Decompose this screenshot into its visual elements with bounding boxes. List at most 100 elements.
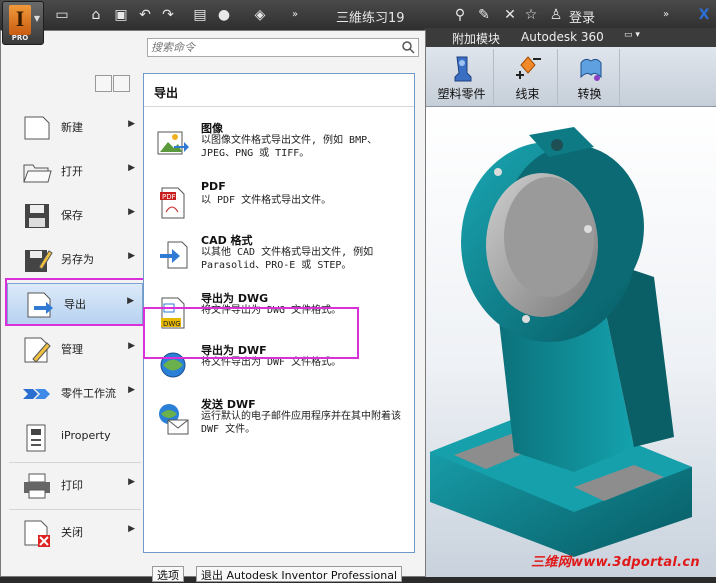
menu-label: 保存	[61, 209, 83, 222]
wrench-icon[interactable]: ✎	[476, 7, 492, 23]
search-box[interactable]	[147, 38, 419, 57]
inventor-logo: I	[9, 5, 31, 35]
open-icon[interactable]: ⌂	[88, 7, 104, 23]
dwf-icon	[160, 352, 186, 378]
send-dwf-item[interactable]: 发送 DWF 运行默认的电子邮件应用程序并在其中附着该 DWF 文件。	[144, 396, 414, 466]
save-icon	[25, 204, 49, 228]
plastic-part-icon	[454, 56, 471, 82]
tab-autodesk360[interactable]: Autodesk 360	[521, 30, 604, 44]
new-doc-icon	[24, 116, 50, 140]
send-dwf-icon	[159, 404, 189, 435]
menu-item-new[interactable]: 新建 ▶	[5, 107, 143, 147]
chevron-right-icon: ▶	[128, 477, 135, 487]
binoculars-icon[interactable]: ⚲	[452, 7, 468, 23]
chevron-down-icon: ▼	[33, 14, 40, 23]
menu-label: 新建	[61, 121, 83, 134]
harness-button[interactable]: 线束	[498, 49, 558, 105]
ribbon-tab-bar: 附加模块 Autodesk 360 ▭ ▾	[424, 28, 716, 48]
submenu-item-desc: 将文件导出为 DWF 文件格式。	[201, 357, 342, 368]
application-menu-button[interactable]: I PRO ▼	[2, 1, 44, 45]
submenu-title: 导出	[154, 86, 179, 100]
chevron-right-icon: ▶	[128, 119, 135, 129]
user-icon[interactable]: ♙	[548, 7, 564, 23]
close-doc-icon	[24, 520, 50, 547]
convert-icon	[580, 58, 601, 81]
recent-documents-icon[interactable]	[95, 75, 112, 92]
options-button[interactable]: 选项	[152, 566, 184, 582]
menu-item-iproperty[interactable]: iProperty	[5, 417, 143, 461]
star-icon[interactable]: ☆	[523, 7, 539, 23]
chevron-right-icon: ▶	[128, 524, 135, 534]
menu-item-open[interactable]: 打开 ▶	[5, 151, 143, 191]
export-icon	[27, 292, 53, 318]
tab-addins[interactable]: 附加模块	[452, 30, 500, 47]
submenu-item-desc: 以其他 CAD 文件格式导出文件, 例如 Parasolid、PRO-E 或 S…	[201, 247, 374, 271]
export-cad-item[interactable]: CAD 格式 以其他 CAD 文件格式导出文件, 例如 Parasolid、PR…	[144, 232, 414, 288]
signal-icon[interactable]: ✕	[502, 7, 518, 23]
export-pdf-item[interactable]: PDF PDF 以 PDF 文件格式导出文件。	[144, 180, 414, 236]
pdf-icon: PDF	[160, 187, 185, 219]
exit-button[interactable]: 退出 Autodesk Inventor Professional	[196, 566, 403, 582]
chevron-right-icon: ▶	[128, 207, 135, 217]
expand-icon[interactable]: »	[658, 7, 674, 23]
bearing-bracket-model	[430, 127, 692, 557]
chevron-right-icon: ▶	[127, 296, 134, 306]
menu-item-close[interactable]: 关闭 ▶	[5, 512, 143, 552]
customize-icon[interactable]: »	[287, 7, 303, 23]
chevron-right-icon: ▶	[128, 385, 135, 395]
search-input[interactable]	[148, 39, 394, 56]
new-icon[interactable]: ▭	[54, 7, 70, 23]
plastic-part-label: 塑料零件	[437, 87, 486, 101]
menu-label: 管理	[61, 343, 83, 356]
convert-label: 转换	[577, 87, 602, 101]
menu-label: 打印	[61, 479, 83, 492]
export-image-item[interactable]: 图像 以图像文件格式导出文件, 例如 BMP、JPEG、PNG 或 TIFF。	[144, 120, 414, 176]
search-icon[interactable]	[401, 40, 415, 54]
submenu-item-desc: 将文件导出为 DWG 文件格式。	[201, 305, 342, 316]
save-as-icon	[25, 250, 53, 272]
workflow-icon	[23, 389, 50, 399]
menu-separator	[9, 462, 141, 463]
menu-item-workflow[interactable]: 零件工作流 ▶	[5, 373, 143, 413]
menu-item-manage[interactable]: 管理 ▶	[5, 329, 143, 369]
menu-label: 零件工作流	[61, 387, 116, 400]
dwg-icon: DWG	[161, 297, 185, 329]
appearance-icon[interactable]: ◈	[252, 7, 268, 23]
panel-toggle-icon[interactable]: ▭ ▾	[624, 30, 640, 40]
menu-item-print[interactable]: 打印 ▶	[5, 465, 143, 505]
select-icon[interactable]: ▤	[192, 7, 208, 23]
inventor-pro-label: PRO	[11, 34, 29, 42]
harness-icon	[515, 56, 541, 79]
menu-label: 关闭	[61, 526, 83, 539]
export-dwg-item[interactable]: DWG 导出为 DWG 将文件导出为 DWG 文件格式。	[144, 290, 414, 346]
exchange-icon[interactable]: X	[696, 7, 712, 23]
submenu-item-desc: 运行默认的电子邮件应用程序并在其中附着该 DWF 文件。	[201, 411, 401, 435]
login-link[interactable]: 登录	[569, 7, 595, 26]
submenu-item-title: PDF	[201, 180, 226, 193]
submenu-item-desc: 以图像文件格式导出文件, 例如 BMP、JPEG、PNG 或 TIFF。	[201, 135, 378, 159]
chevron-right-icon: ▶	[128, 251, 135, 261]
model-viewport[interactable]: 三维网www.3dportal.cn	[424, 107, 716, 577]
menu-label: 打开	[61, 165, 83, 178]
redo-icon[interactable]: ↷	[160, 7, 176, 23]
export-dwf-item[interactable]: 导出为 DWF 将文件导出为 DWF 文件格式。	[144, 342, 414, 398]
undo-icon[interactable]: ↶	[137, 7, 153, 23]
open-documents-icon[interactable]	[113, 75, 130, 92]
print-icon	[24, 473, 50, 499]
chevron-right-icon: ▶	[128, 341, 135, 351]
image-export-icon	[157, 131, 189, 155]
save-icon[interactable]: ▣	[113, 7, 129, 23]
menu-item-save-as[interactable]: 另存为 ▶	[5, 239, 143, 279]
menu-item-export[interactable]: 导出 ▶	[7, 283, 143, 325]
chevron-right-icon: ▶	[128, 163, 135, 173]
ribbon-panel: 塑料零件 线束 转换	[424, 47, 716, 107]
iproperty-icon	[26, 424, 46, 452]
manage-icon	[24, 337, 51, 363]
harness-label: 线束	[515, 87, 540, 101]
submenu-item-desc: 以 PDF 文件格式导出文件。	[201, 195, 332, 206]
menu-item-save[interactable]: 保存 ▶	[5, 195, 143, 235]
convert-button[interactable]: 转换	[560, 49, 620, 105]
color-icon[interactable]: ●	[216, 7, 232, 23]
submenu-divider	[144, 106, 414, 107]
plastic-part-button[interactable]: 塑料零件	[430, 49, 494, 105]
